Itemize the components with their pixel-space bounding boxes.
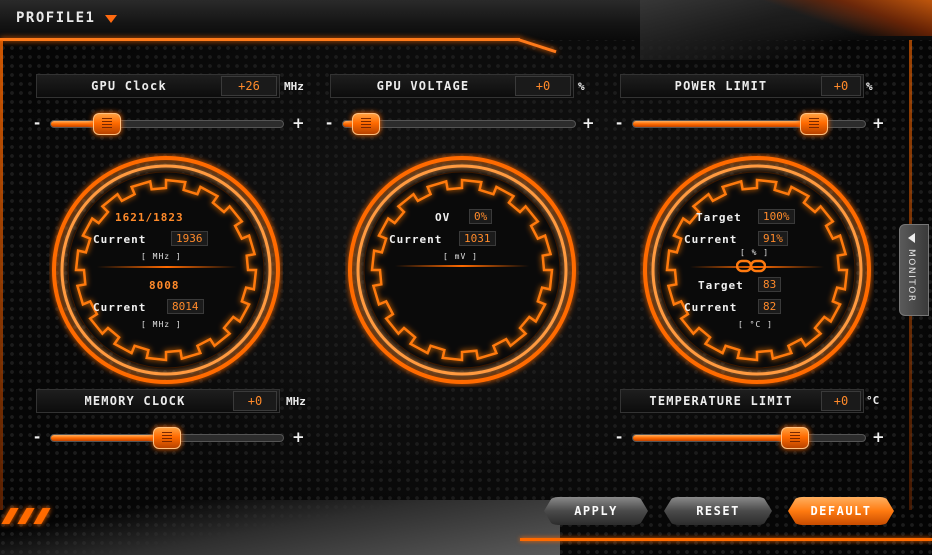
voltage-current-value: 1031 [459,231,496,246]
gpu-voltage-slider[interactable]: - + [326,113,598,135]
power-limit-thumb[interactable] [799,113,828,135]
memory-clock-unit-label: [ MHz ] [141,320,182,329]
gpu-boost-clock: 1621/1823 [115,211,184,224]
gpu-voltage-value[interactable]: +0 [515,76,571,96]
top-divider-slant [517,38,557,54]
power-limit-value[interactable]: +0 [821,76,861,96]
memory-current-label: Current [93,301,147,314]
power-temp-gauge: Target 100% Current 91% [ % ] Target 83 … [640,153,874,387]
power-limit-label: POWER LIMIT [674,79,768,93]
memory-clock-value[interactable]: +0 [233,391,277,411]
temp-target-value: 83 [758,277,782,292]
gpu-voltage-unit: % [578,80,585,93]
minus-button[interactable]: - [616,428,622,446]
temp-current-value: 82 [758,299,782,314]
temp-target-label: Target [698,279,744,292]
voltage-current-label: Current [389,233,443,246]
gpu-voltage-label: GPU VOLTAGE [376,79,470,93]
power-limit-track[interactable] [632,113,866,135]
top-divider [0,38,520,41]
power-limit-fill [633,121,814,127]
stripe-decoration [17,508,35,524]
memory-clock-thumb[interactable] [153,427,181,449]
bottom-stripes [1,508,51,524]
gauge-divider [395,265,529,267]
left-border [0,40,3,510]
temperature-limit-track[interactable] [632,427,866,449]
minus-button[interactable]: - [34,428,40,446]
gpu-clock-thumb[interactable] [92,113,121,135]
profile-selector[interactable]: PROFILE1 [16,10,118,26]
gpu-voltage-thumb[interactable] [352,113,381,135]
power-current-value: 91% [758,231,788,246]
temperature-limit-label: TEMPERATURE LIMIT [649,394,793,408]
default-button[interactable]: DEFAULT [788,497,894,525]
app-window: PROFILE1 GPU Clock +26 MHz - + GPU VOLTA… [0,0,932,555]
power-target-value: 100% [758,209,795,224]
temperature-limit-slider[interactable]: - + [616,427,888,449]
gpu-clock-slider[interactable]: - + [34,113,306,135]
power-current-label: Current [684,233,738,246]
chevron-left-icon [908,233,915,243]
plus-button[interactable]: + [872,428,885,446]
plus-button[interactable]: + [872,114,885,132]
gpu-voltage-control: GPU VOLTAGE +0 [330,74,574,98]
voltage-unit-label: [ mV ] [443,252,478,261]
plus-button[interactable]: + [292,114,305,132]
minus-button[interactable]: - [616,114,622,132]
temperature-limit-unit: °C [866,394,880,407]
temperature-limit-fill [633,435,796,441]
gpu-clock-label: GPU Clock [91,79,167,93]
top-accent-decoration [720,0,932,36]
gpu-clock-track[interactable] [50,113,284,135]
clock-gauge-ring [52,156,280,384]
power-limit-slider[interactable]: - + [616,113,888,135]
reset-button[interactable]: RESET [664,497,772,525]
temperature-limit-control: TEMPERATURE LIMIT +0 [620,389,864,413]
memory-clock-label: MEMORY CLOCK [84,394,186,408]
gpu-voltage-track[interactable] [342,113,576,135]
temp-current-label: Current [684,301,738,314]
memory-clock-fill [51,435,167,441]
apply-button[interactable]: APPLY [544,497,648,525]
gpu-clock-value[interactable]: +26 [221,76,277,96]
monitor-tab[interactable]: MONITOR [899,224,929,316]
temperature-limit-value[interactable]: +0 [821,391,861,411]
voltage-gauge: OV 0% Current 1031 [ mV ] [345,153,579,387]
bottom-divider [520,538,932,541]
minus-button[interactable]: - [34,114,40,132]
chevron-down-icon[interactable] [105,15,118,23]
monitor-label: MONITOR [906,249,916,303]
gpu-clock-unit-label: [ MHz ] [141,252,182,261]
profile-label: PROFILE1 [16,10,96,26]
link-icon[interactable] [736,259,766,273]
minus-button[interactable]: - [326,114,332,132]
ov-value: 0% [469,209,493,224]
ov-label: OV [435,211,451,224]
gauge-divider [97,266,237,268]
plus-button[interactable]: + [292,428,305,446]
plus-button[interactable]: + [582,114,595,132]
memory-clock-track[interactable] [50,427,284,449]
memory-clock-control: MEMORY CLOCK +0 [36,389,280,413]
memory-current-value: 8014 [167,299,204,314]
memory-clock-unit: MHz [286,395,306,408]
clock-gauge: 1621/1823 Current 1936 [ MHz ] 8008 Curr… [49,153,283,387]
power-limit-unit: % [866,80,873,93]
temperature-limit-thumb[interactable] [781,427,810,449]
gpu-clock-control: GPU Clock +26 [36,74,280,98]
gpu-clock-unit: MHz [284,80,304,93]
memory-clock-value: 8008 [149,279,180,292]
power-limit-control: POWER LIMIT +0 [620,74,864,98]
power-unit-label: [ % ] [740,248,770,257]
temp-unit-label: [ °C ] [738,320,773,329]
gpu-current-value: 1936 [171,231,208,246]
memory-clock-slider[interactable]: - + [34,427,306,449]
voltage-gauge-ring [348,156,576,384]
bottom-decoration [0,500,560,555]
power-target-label: Target [696,211,742,224]
gpu-current-label: Current [93,233,147,246]
